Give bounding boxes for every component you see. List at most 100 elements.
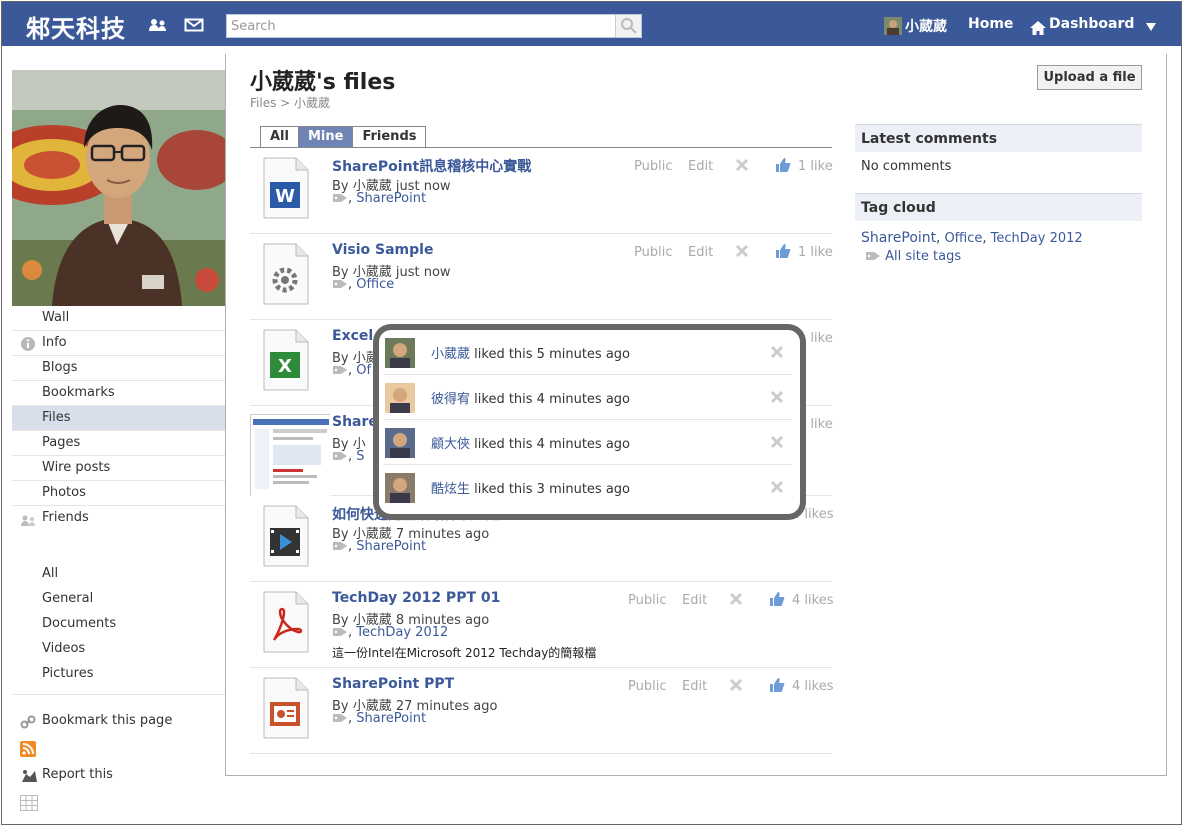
file-tag-link[interactable]: Of xyxy=(356,363,371,378)
report-this-link[interactable]: Report this xyxy=(12,761,225,788)
pdf-file-icon[interactable] xyxy=(262,590,310,654)
liker-name[interactable]: 顧大俠 xyxy=(431,437,470,452)
liker-name[interactable]: 酷炫生 xyxy=(431,482,470,497)
site-brand[interactable]: 邾天科技 xyxy=(26,9,126,44)
nav-bookmarks[interactable]: Bookmarks xyxy=(12,381,225,406)
thumbs-up-icon[interactable] xyxy=(775,243,791,259)
like-count[interactable]: 4 likes xyxy=(792,593,833,608)
thumbs-up-icon[interactable] xyxy=(769,591,785,607)
file-tag-link[interactable]: TechDay 2012 xyxy=(356,625,448,640)
upload-file-button[interactable]: Upload a file xyxy=(1037,65,1142,90)
nav-wire-posts[interactable]: Wire posts xyxy=(12,456,225,481)
delete-icon[interactable] xyxy=(735,244,749,258)
file-tags: , SharePoint xyxy=(332,191,426,206)
thumbs-up-icon[interactable] xyxy=(775,157,791,173)
edit-link[interactable]: Edit xyxy=(682,679,707,694)
avatar[interactable] xyxy=(385,338,415,368)
file-name-link[interactable]: SharePoint PPT xyxy=(332,676,454,692)
tag-office[interactable]: Office xyxy=(944,231,982,246)
avatar[interactable] xyxy=(385,473,415,503)
tab-all[interactable]: All xyxy=(261,127,299,147)
ppt-file-icon[interactable] xyxy=(262,676,310,740)
like-entry: 小葳葳 liked this 5 minutes ago xyxy=(383,330,792,375)
file-row: SharePoint PPT By 小葳葳 27 minutes ago, Sha… xyxy=(250,668,833,754)
tag-techday-2012[interactable]: TechDay 2012 xyxy=(991,231,1083,246)
like-count[interactable]: 4 likes xyxy=(792,679,833,694)
delete-icon[interactable] xyxy=(729,678,743,692)
access-level: Public xyxy=(628,593,667,608)
delete-icon[interactable] xyxy=(735,158,749,172)
file-name-link[interactable]: Share xyxy=(332,414,378,430)
dashboard-link[interactable]: Dashboard xyxy=(1049,16,1134,32)
like-count[interactable]: 1 like xyxy=(798,245,833,260)
breadcrumb-user: 小葳葳 xyxy=(294,96,331,110)
rss-feed-link[interactable] xyxy=(12,734,225,761)
nav-blogs[interactable]: Blogs xyxy=(12,356,225,381)
subnav-documents[interactable]: Documents xyxy=(12,611,225,636)
edit-link[interactable]: Edit xyxy=(688,159,713,174)
nav-friends[interactable]: Friends xyxy=(12,506,225,531)
close-icon[interactable] xyxy=(770,390,784,404)
avatar[interactable] xyxy=(385,428,415,458)
friends-icon[interactable] xyxy=(148,17,168,33)
file-tag-link[interactable]: Office xyxy=(356,277,394,292)
tag-icon xyxy=(332,364,348,376)
profile-photo[interactable] xyxy=(12,70,225,306)
liker-name[interactable]: 小葳葳 xyxy=(431,347,470,362)
info-icon xyxy=(20,336,36,352)
thumbs-up-icon[interactable] xyxy=(769,677,785,693)
bookmark-page-link[interactable]: Bookmark this page xyxy=(12,707,225,734)
file-tags: , SharePoint xyxy=(332,711,426,726)
grid-icon xyxy=(20,794,38,811)
home-link[interactable]: Home xyxy=(968,16,1013,32)
file-name-link[interactable]: SharePoint訊息稽核中心實戰 xyxy=(332,156,531,176)
close-icon[interactable] xyxy=(770,435,784,449)
chevron-down-icon[interactable] xyxy=(1145,21,1157,31)
nav-files[interactable]: Files xyxy=(12,406,225,431)
file-tag-link[interactable]: S xyxy=(356,449,364,464)
word-doc-icon[interactable]: W xyxy=(262,156,310,220)
file-tag-link[interactable]: SharePoint xyxy=(356,539,426,554)
left-nav: Wall Info Blogs Bookmarks Files Pages Wi… xyxy=(12,306,225,815)
close-icon[interactable] xyxy=(770,480,784,494)
search-button[interactable] xyxy=(615,15,641,37)
file-tag-link[interactable]: SharePoint xyxy=(356,191,426,206)
screenshot-thumbnail[interactable] xyxy=(250,414,331,497)
latest-comments-panel: Latest comments No comments xyxy=(855,124,1142,182)
nav-pages[interactable]: Pages xyxy=(12,431,225,456)
subnav-general[interactable]: General xyxy=(12,586,225,611)
file-name-link[interactable]: TechDay 2012 PPT 01 xyxy=(332,590,500,606)
nav-wall[interactable]: Wall xyxy=(12,306,225,331)
all-site-tags-link[interactable]: All site tags xyxy=(885,249,961,264)
like-count[interactable]: 1 like xyxy=(798,159,833,174)
delete-icon[interactable] xyxy=(729,592,743,606)
file-tags: , TechDay 2012 xyxy=(332,625,448,640)
edit-link[interactable]: Edit xyxy=(688,245,713,260)
like-time: liked this 5 minutes ago xyxy=(474,347,631,362)
avatar[interactable] xyxy=(385,383,415,413)
liker-name[interactable]: 彼得宥 xyxy=(431,392,470,407)
user-avatar[interactable] xyxy=(884,17,902,35)
tab-mine[interactable]: Mine xyxy=(298,127,354,147)
visio-doc-icon[interactable] xyxy=(262,242,310,306)
subnav-all[interactable]: All xyxy=(12,561,225,586)
edit-link[interactable]: Edit xyxy=(682,593,707,608)
video-file-icon[interactable] xyxy=(262,504,310,568)
mail-icon[interactable] xyxy=(184,17,204,33)
close-icon[interactable] xyxy=(770,345,784,359)
nav-photos[interactable]: Photos xyxy=(12,481,225,506)
grid-view-link[interactable] xyxy=(12,788,225,815)
user-name-link[interactable]: 小葳葳 xyxy=(905,16,947,36)
tag-sharepoint[interactable]: SharePoint xyxy=(861,230,936,246)
breadcrumb-files[interactable]: Files xyxy=(250,96,276,110)
subnav-videos[interactable]: Videos xyxy=(12,636,225,661)
search-input[interactable] xyxy=(231,17,615,35)
file-name-link[interactable]: Excel xyxy=(332,328,373,344)
file-tag-link[interactable]: SharePoint xyxy=(356,711,426,726)
tab-friends[interactable]: Friends xyxy=(353,127,426,147)
subnav-pictures[interactable]: Pictures xyxy=(12,661,225,686)
excel-doc-icon[interactable]: X xyxy=(262,328,310,392)
nav-info[interactable]: Info xyxy=(12,331,225,356)
file-tags: , Office xyxy=(332,277,394,292)
file-name-link[interactable]: Visio Sample xyxy=(332,242,433,258)
